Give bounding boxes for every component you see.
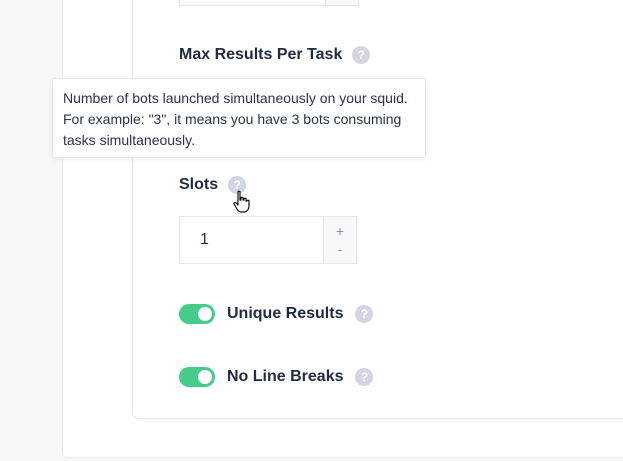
toggle-knob — [198, 370, 212, 384]
slots-help-tooltip: Number of bots launched simultaneously o… — [52, 78, 426, 158]
question-icon[interactable]: ? — [355, 305, 374, 323]
max-results-label: Max Results Per Task — [179, 46, 343, 63]
tooltip-text: Number of bots launched simultaneously o… — [63, 90, 408, 148]
no-line-breaks-row: No Line Breaks ? — [179, 367, 374, 387]
unique-results-row: Unique Results ? — [179, 304, 374, 324]
increment-button[interactable]: + — [336, 222, 344, 240]
no-line-breaks-toggle[interactable] — [179, 367, 215, 387]
slots-input[interactable]: 1 + - — [179, 216, 357, 264]
decrement-button[interactable]: - — [338, 240, 343, 258]
previous-number-input[interactable] — [179, 0, 359, 6]
slots-label: Slots — [179, 176, 219, 193]
slots-value[interactable]: 1 — [200, 231, 209, 249]
unique-results-toggle[interactable] — [179, 304, 215, 324]
question-icon[interactable]: ? — [352, 46, 371, 64]
toggle-knob — [198, 307, 212, 321]
max-results-field-label: Max Results Per Task ? — [179, 46, 371, 64]
previous-input-stepper[interactable] — [325, 0, 358, 5]
question-icon[interactable]: ? — [355, 368, 374, 386]
slots-stepper: + - — [323, 217, 356, 263]
no-line-breaks-label: No Line Breaks — [227, 368, 344, 385]
hand-pointer-icon — [233, 190, 250, 213]
unique-results-label: Unique Results — [227, 305, 344, 322]
